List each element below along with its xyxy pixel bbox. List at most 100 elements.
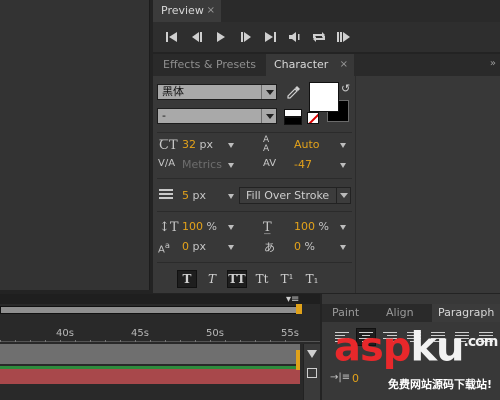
- timeline-panel: ▾≡ 40s 45s 50s 55s: [0, 294, 320, 400]
- ruler-label: 55s: [281, 328, 299, 339]
- timeline-header: [0, 294, 320, 304]
- layer-range-indicator: [0, 366, 300, 369]
- subscript-button[interactable]: T₁: [302, 270, 322, 288]
- superscript-button[interactable]: T¹: [277, 270, 297, 288]
- time-ruler[interactable]: 40s 45s 50s 55s: [0, 316, 320, 342]
- horizontal-scale-icon: T̲: [263, 220, 272, 235]
- next-frame-icon[interactable]: [234, 28, 259, 46]
- font-size-value: 32: [182, 138, 196, 151]
- all-caps-button[interactable]: TT: [227, 270, 247, 288]
- tab-preview[interactable]: Preview ×: [153, 0, 221, 22]
- white-swatch[interactable]: [284, 109, 302, 117]
- chevron-down-icon[interactable]: [228, 245, 234, 250]
- tsume-field[interactable]: 0 %: [294, 240, 315, 253]
- zoom-slider-icon[interactable]: [307, 350, 317, 358]
- eyedropper-icon[interactable]: [287, 85, 301, 102]
- text-style-buttons: T T TT Tt T¹ T₁: [177, 270, 322, 288]
- first-frame-icon[interactable]: [160, 28, 185, 46]
- font-style-value: -: [162, 109, 166, 122]
- baseline-shift-value: 0: [182, 240, 189, 253]
- vertical-scale-field[interactable]: 100 %: [182, 220, 217, 233]
- chevron-down-icon[interactable]: [340, 245, 346, 250]
- vertical-scale-value: 100: [182, 220, 203, 233]
- tsume-unit: %: [304, 240, 315, 253]
- character-panel-empty-area: [355, 76, 500, 293]
- baseline-shift-field[interactable]: 0 px: [182, 240, 206, 253]
- tab-effects-presets[interactable]: Effects & Presets: [153, 54, 263, 76]
- horizontal-scale-value: 100: [294, 220, 315, 233]
- tab-effects-label: Effects & Presets: [163, 58, 256, 71]
- leading-value[interactable]: Auto: [294, 138, 320, 151]
- timeline-side-controls: [303, 344, 320, 400]
- vertical-scale-icon: ↕T: [159, 220, 179, 235]
- font-size-icon: ꞆT: [159, 138, 178, 153]
- watermark: aspku.com 免费网站源码下载站!: [334, 318, 500, 400]
- previous-frame-icon[interactable]: [185, 28, 210, 46]
- layer-bar[interactable]: [0, 344, 300, 364]
- font-family-select[interactable]: 黑体: [157, 84, 277, 100]
- preview-controls: [160, 28, 356, 46]
- loop-icon[interactable]: [307, 28, 332, 46]
- tracking-icon: AV: [263, 158, 277, 169]
- no-color-icon[interactable]: [307, 112, 319, 124]
- tab-bar-filler: [221, 0, 500, 22]
- stroke-width-field[interactable]: 5 px: [182, 189, 206, 202]
- close-icon[interactable]: ×: [207, 0, 215, 22]
- comp-button-icon[interactable]: [307, 368, 317, 378]
- leading-icon: AA: [263, 135, 270, 154]
- tracking-value[interactable]: -47: [294, 158, 312, 171]
- tab-preview-label: Preview: [161, 4, 204, 17]
- stroke-mode-select[interactable]: Fill Over Stroke: [239, 187, 351, 204]
- chevron-down-icon[interactable]: [228, 163, 234, 168]
- stroke-mode-value: Fill Over Stroke: [246, 189, 330, 202]
- small-caps-button[interactable]: Tt: [252, 270, 272, 288]
- fill-color-swatch-front[interactable]: [309, 82, 339, 112]
- chevron-down-icon[interactable]: [228, 143, 234, 148]
- font-family-value: 黑体: [162, 85, 184, 98]
- chevron-down-icon: [336, 188, 350, 203]
- tsume-icon: あ: [264, 241, 275, 254]
- work-area-end-handle[interactable]: [296, 304, 302, 314]
- ruler-label: 50s: [206, 328, 224, 339]
- font-size-unit: px: [199, 138, 214, 151]
- horizontal-scale-field[interactable]: 100 %: [294, 220, 329, 233]
- vertical-scale-unit: %: [206, 220, 217, 233]
- ruler-label: 45s: [131, 328, 149, 339]
- play-icon[interactable]: [209, 28, 234, 46]
- ram-preview-icon[interactable]: [332, 28, 357, 46]
- stroke-width-icon: [159, 189, 173, 199]
- divider: [157, 262, 352, 263]
- chevron-down-icon[interactable]: [340, 225, 346, 230]
- tab-character[interactable]: Character ×: [266, 54, 354, 76]
- chevron-down-icon: [261, 85, 276, 99]
- faux-bold-button[interactable]: T: [177, 270, 197, 288]
- tab-character-label: Character: [274, 58, 329, 71]
- black-swatch[interactable]: [284, 117, 302, 125]
- work-area-bar[interactable]: [0, 306, 300, 314]
- composition-panel: [0, 0, 150, 290]
- chevron-down-icon[interactable]: [340, 163, 346, 168]
- close-icon[interactable]: ×: [340, 54, 348, 76]
- kerning-icon: V/A: [158, 158, 176, 169]
- chevron-down-icon[interactable]: [340, 143, 346, 148]
- chevron-down-icon: [261, 109, 276, 123]
- kerning-value[interactable]: Metrics: [182, 158, 222, 171]
- horizontal-scale-unit: %: [318, 220, 329, 233]
- last-frame-icon[interactable]: [258, 28, 283, 46]
- divider: [157, 132, 352, 133]
- faux-italic-button[interactable]: T: [202, 270, 222, 288]
- swap-colors-icon[interactable]: ↺: [341, 82, 350, 95]
- divider: [157, 211, 352, 212]
- font-size-field[interactable]: 32 px: [182, 138, 213, 151]
- baseline-shift-unit: px: [192, 240, 207, 253]
- stroke-width-value: 5: [182, 189, 189, 202]
- font-style-select[interactable]: -: [157, 108, 277, 124]
- chevron-down-icon[interactable]: [228, 194, 234, 199]
- watermark-subtitle: 免费网站源码下载站!: [388, 378, 493, 391]
- ruler-ticks: [0, 340, 300, 342]
- layer-out-point[interactable]: [296, 350, 300, 370]
- ruler-label: 40s: [56, 328, 74, 339]
- panel-menu-icon[interactable]: »: [490, 58, 496, 69]
- chevron-down-icon[interactable]: [228, 225, 234, 230]
- audio-icon[interactable]: [283, 28, 308, 46]
